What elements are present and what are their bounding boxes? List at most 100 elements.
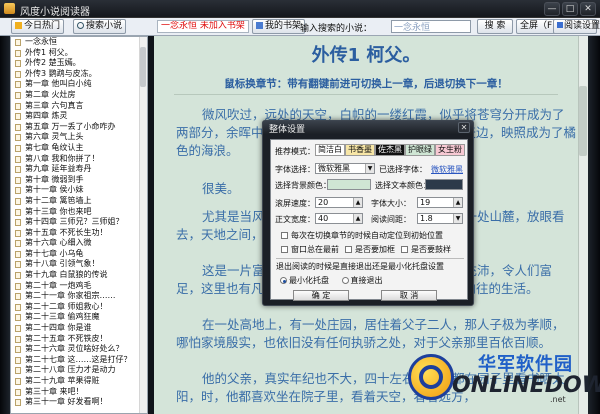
chapter-item-label: 第二十五章 不死铁皮！ [25, 333, 108, 343]
chapter-item[interactable]: 第十一章 侯小妹 [11, 185, 147, 196]
chapter-item[interactable]: 第二十五章 不死铁皮！ [11, 334, 147, 345]
scroll-thumb[interactable] [579, 86, 587, 156]
chapter-item[interactable]: 第二十三章 偷鸡狂魔 [11, 312, 147, 323]
chapter-item-label: 第五章 万一丢了小命咋办 [25, 121, 116, 131]
chapter-item[interactable]: 第二十七章 这……这是打仔？ [11, 355, 147, 366]
chapter-item[interactable]: 第二十章 一炮鸡毛 [11, 281, 147, 292]
selected-font-link[interactable]: 微软雅黑 [431, 164, 463, 175]
chapter-item-label: 第十四章 三师兄？三师姐？ [25, 217, 124, 227]
document-icon [15, 155, 21, 163]
chapter-item[interactable]: 第一章 他叫白小纯 [11, 79, 147, 90]
watermark-en: ONLINEDOWN [452, 373, 600, 398]
bg-color-picker[interactable] [327, 179, 371, 190]
chapter-item[interactable]: 第七章 龟纹认主 [11, 143, 147, 154]
chapter-item[interactable]: 外传2 楚玉嫣。 [11, 58, 147, 69]
chapter-item[interactable]: 第十二章 篱笆墙上 [11, 196, 147, 207]
radio-dot[interactable] [341, 277, 349, 284]
title-bar: 风度小说阅读器 — □ ✕ [0, 0, 600, 18]
chapter-item[interactable]: 第五章 万一丢了小命咋办 [11, 122, 147, 133]
chapter-item[interactable]: 第二十四章 你是谁 [11, 323, 147, 334]
document-icon [15, 314, 21, 322]
scroll-speed-stepper[interactable]: 20 ▲ [315, 197, 363, 208]
exit-radio[interactable]: 直接退出 [341, 276, 383, 285]
chapter-item[interactable]: 第十七章 小乌龟 [11, 249, 147, 260]
onlinedown-logo-icon [408, 354, 454, 400]
chapter-list-scrollbar[interactable] [139, 37, 147, 413]
text-width-stepper[interactable]: 40 ▲ [315, 213, 363, 224]
my-shelf-button[interactable]: 我的书架 [252, 19, 306, 34]
cancel-button[interactable]: 取 消 [381, 290, 437, 301]
chapter-item[interactable]: 第六章 灵气上头 [11, 132, 147, 143]
chapter-item[interactable]: 第四章 炼灵 [11, 111, 147, 122]
document-icon [15, 197, 21, 205]
chapter-item[interactable]: 外传1 柯父。 [11, 48, 147, 59]
chapter-item[interactable]: 第二章 火灶房 [11, 90, 147, 101]
font-size-stepper[interactable]: 19 ▲ [417, 197, 463, 208]
mode-simple-white[interactable]: 简洁白 [315, 144, 345, 156]
text-color-picker[interactable] [425, 179, 463, 190]
checkbox-box[interactable] [281, 246, 288, 253]
chapter-item[interactable]: 第二十九章 苹果得赃 [11, 376, 147, 387]
reading-settings-button[interactable]: 阅读设置 [553, 19, 600, 34]
chapter-item[interactable]: 第二十六章 灵位啥好处么？ [11, 344, 147, 355]
drum-style-checkbox[interactable]: 是否要鼓样 [401, 244, 451, 255]
chapter-item-label: 第三十一章 好发看啊！ [25, 397, 108, 407]
line-spacing-select[interactable]: 1.8 ▼ [417, 213, 463, 224]
dialog-close-button[interactable]: ✕ [458, 122, 470, 133]
add-frame-checkbox[interactable]: 是否要加框 [345, 244, 395, 255]
chapter-item[interactable]: 第二十八章 压力才是动力 [11, 365, 147, 376]
checkbox-box[interactable] [401, 246, 408, 253]
chapter-item[interactable]: 一念永恒 [11, 37, 147, 48]
minimize-button[interactable]: — [544, 2, 560, 16]
chapter-item-label: 第十七章 小乌龟 [25, 248, 84, 258]
search-input[interactable] [391, 20, 471, 33]
chapter-item-label: 第八章 我和你拼了！ [25, 153, 100, 163]
document-icon [15, 303, 21, 311]
ok-button[interactable]: 确 定 [293, 290, 349, 301]
checkbox-box[interactable] [345, 246, 352, 253]
window-top-checkbox[interactable]: 窗口总在最前 [281, 244, 339, 255]
chapter-item-label: 第四章 炼灵 [25, 111, 68, 121]
close-button[interactable]: ✕ [580, 2, 596, 16]
search-prompt: 输入搜索的小说： [300, 24, 373, 34]
chapter-item[interactable]: 第十五章 不死长生功！ [11, 228, 147, 239]
chapter-item[interactable]: 第三十一章 好发看啊！ [11, 397, 147, 408]
mode-ink[interactable]: 书香墨 [345, 144, 375, 156]
paragraph: 在一处高地上，有一处庄园，居住着父子二人，那人子极为孝顺，哪怕家境殷实，也依旧没… [176, 317, 565, 350]
chapter-item[interactable]: 第二十二章 师姐救心！ [11, 302, 147, 313]
chapter-item[interactable]: 第二十一章 你家祖宗…… [11, 291, 147, 302]
document-icon [15, 91, 21, 99]
stepper-icon: ▲ [353, 198, 362, 207]
watermark-suffix: .net [550, 395, 566, 404]
chapter-item[interactable]: 第十章 微弱到手 [11, 175, 147, 186]
scroll-thumb[interactable] [140, 47, 146, 87]
search-novel-button[interactable]: 搜索小说 [73, 19, 127, 34]
chapter-item[interactable]: 第十六章 心细入微 [11, 238, 147, 249]
chapter-item[interactable]: 第十八章 引领气象！ [11, 259, 147, 270]
chapter-item[interactable]: 第三十章 来吧！ [11, 387, 147, 398]
minimize-radio[interactable]: 最小化托盘 [280, 276, 329, 285]
mode-dark[interactable]: 佐杰黑 [375, 144, 405, 156]
chapter-item[interactable]: 第九章 延年益寿丹 [11, 164, 147, 175]
search-button[interactable]: 搜 索 [477, 19, 513, 34]
dialog-title: 整体设置 [269, 125, 306, 135]
radio-dot-selected[interactable] [280, 277, 287, 284]
font-select[interactable]: 微软雅黑 ▼ [315, 163, 375, 174]
chapter-item-label: 第三十章 来吧！ [25, 386, 84, 396]
chapter-item-label: 第十八章 引领气象！ [25, 259, 100, 269]
checkbox-box[interactable] [281, 232, 288, 239]
chapter-item-label: 第二十四章 你是谁 [25, 323, 92, 333]
chapter-item[interactable]: 第十三章 你也来吧 [11, 207, 147, 218]
chapter-item[interactable]: 第八章 我和你拼了！ [11, 154, 147, 165]
chapter-item[interactable]: 第三章 六句真言 [11, 101, 147, 112]
chapter-item[interactable]: 外传3 鹦鹉与皮冻。 [11, 69, 147, 80]
hot-today-button[interactable]: 今日热门 [11, 19, 65, 34]
chapter-item[interactable]: 第十九章 白鼠狼的传说 [11, 270, 147, 281]
maximize-button[interactable]: □ [562, 2, 578, 16]
mode-girl-pink[interactable]: 女生粉 [435, 144, 465, 156]
chapter-list[interactable]: 一念永恒 外传1 柯父。 外传2 楚玉嫣。 外传3 鹦鹉与皮冻。 第一章 他叫白小纯 第二… [10, 36, 148, 414]
chapter-item[interactable]: 第十四章 三师兄？三师姐？ [11, 217, 147, 228]
document-icon [15, 39, 21, 46]
mode-eye-green[interactable]: 护眼绿 [405, 144, 435, 156]
auto-position-checkbox[interactable]: 每次在切换章节的时候自动定位到初始位置 [281, 230, 443, 241]
